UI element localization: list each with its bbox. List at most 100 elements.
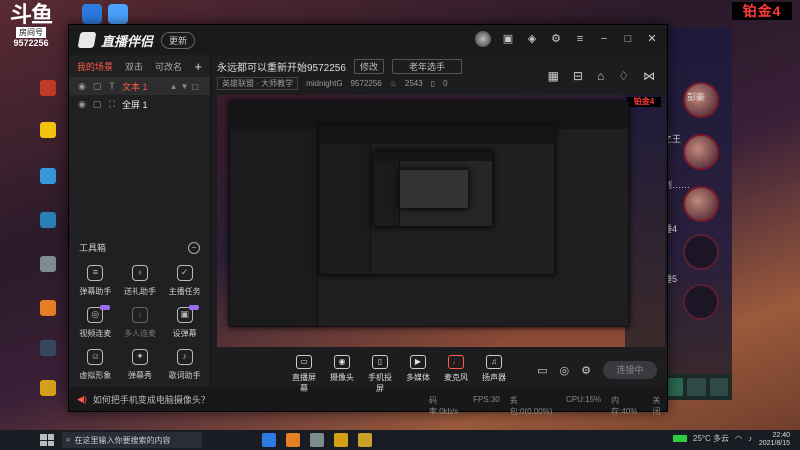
lyrics-icon: ♪ — [176, 349, 193, 365]
phone-cast-button[interactable]: ▯ 手机投屏 — [367, 355, 393, 394]
layer-label: 全屏 1 — [122, 99, 148, 110]
stream-preview[interactable]: 铂金4 — [217, 95, 665, 347]
add-scene-icon[interactable]: + — [194, 59, 202, 74]
desktop-app-icon[interactable] — [40, 168, 56, 184]
tray-app-icon[interactable] — [108, 4, 128, 24]
control-label: 麦克风 — [444, 373, 468, 382]
desktop-app-icon[interactable] — [40, 212, 56, 228]
desktop-app-icon[interactable] — [40, 80, 56, 96]
window-controls: ▣ ◈ ⚙ ≡ − □ ✕ — [475, 31, 659, 47]
lock-icon[interactable]: ▢ — [92, 81, 102, 92]
tool-danmaku-helper[interactable]: ≡ 弹幕助手 — [73, 265, 118, 297]
champion-portrait[interactable] — [683, 134, 719, 170]
skin-icon[interactable]: ◈ — [525, 32, 539, 46]
lock-room-icon[interactable]: ⊟ — [573, 69, 583, 83]
player-label: 彭豪 — [687, 92, 706, 102]
avatar-icon: ☺ — [87, 349, 104, 365]
tool-danmaku-show[interactable]: ✦ 弹幕秀 — [118, 349, 163, 381]
message-icon[interactable]: ▣ — [501, 32, 515, 46]
desktop-icons: 斗鱼 房间号 9572256 — [0, 0, 62, 430]
menu-icon[interactable]: ≡ — [573, 32, 587, 46]
game-category[interactable]: 英雄联盟 · 大师教学 — [217, 76, 299, 90]
eye-icon[interactable]: ◉ — [77, 81, 87, 92]
camera-button[interactable]: ◉ 摄像头 — [329, 355, 355, 394]
desktop-app-icon[interactable] — [40, 380, 56, 396]
data-panel-icon[interactable]: ▦ — [548, 69, 559, 83]
desktop-app-icon[interactable] — [40, 256, 56, 272]
clock-time: 22:40 — [772, 432, 790, 439]
record-icon[interactable]: ▭ — [537, 364, 547, 377]
taskbar-app-icon[interactable] — [334, 433, 348, 447]
settings-icon[interactable]: ⚙ — [549, 32, 563, 46]
toolbox-header: 工具箱 − — [69, 241, 210, 254]
game-action-button[interactable] — [687, 378, 706, 396]
text-layer-icon: T — [109, 81, 115, 91]
windows-start-icon[interactable] — [40, 434, 54, 446]
volume-tray-icon[interactable]: ♪ — [748, 434, 752, 443]
gift-icon: ♁ — [131, 265, 148, 281]
speaker-icon: ◀) — [77, 393, 87, 404]
tool-lyrics[interactable]: ♪ 歌词助手 — [162, 349, 207, 381]
live-controls: ▭ ◎ ⚙ 连接中 — [537, 361, 657, 379]
shop-icon[interactable]: ⌂ — [597, 69, 604, 83]
taskbar-app-icon[interactable] — [310, 433, 324, 447]
champion-slot[interactable] — [683, 234, 719, 270]
category-button[interactable]: 老年选手 — [391, 58, 462, 74]
desktop-app-icon[interactable] — [40, 300, 56, 316]
tool-gift-helper[interactable]: ♁ 送礼助手 — [118, 265, 163, 297]
tool-multi-link[interactable]: ↓ 多人连麦 — [118, 307, 163, 339]
network-icon[interactable]: ◠ — [735, 434, 742, 443]
share-icon[interactable]: ⋈ — [643, 69, 655, 83]
tab-rename[interactable]: 可改名 — [155, 60, 182, 73]
weather-status[interactable]: 25°C 多云 — [693, 433, 729, 444]
taskbar-search[interactable]: ⌕ 在这里输入你要搜索的内容 — [62, 432, 202, 448]
close-icon[interactable]: ✕ — [645, 32, 659, 46]
maximize-icon[interactable]: □ — [621, 32, 635, 46]
layer-item[interactable]: ◉ ▢ ⛶ 全屏 1 — [69, 95, 210, 113]
taskbar-app-icon[interactable] — [262, 433, 276, 447]
tab-my-scene[interactable]: 我的场景 — [77, 60, 113, 73]
layer-item[interactable]: ◉ ▢ T 文本 1 ▲▼▢ — [69, 77, 210, 95]
game-action-button[interactable] — [709, 378, 728, 396]
video-link-icon: ◎ — [87, 307, 104, 323]
close-status-button[interactable]: 关闭 — [652, 395, 667, 417]
task-icon: ✓ — [176, 265, 193, 281]
media-button[interactable]: ▶ 多媒体 — [405, 355, 431, 394]
desktop-app-icon[interactable] — [40, 340, 56, 356]
room-number: 9572256 — [13, 38, 49, 48]
notification-icon[interactable]: ♢ — [618, 69, 629, 83]
tool-video-link[interactable]: ◎ 视频连麦 — [73, 305, 118, 339]
minimize-icon[interactable]: − — [597, 32, 611, 46]
room-tag: 房间号 — [16, 27, 46, 38]
tool-streamer-tasks[interactable]: ✓ 主播任务 — [162, 265, 207, 297]
status-bar: 码率:0kb/s FPS:30 丢包:0(0.00%) CPU:15% 内存:4… — [429, 395, 667, 417]
screen-capture-button[interactable]: ▭ 直播屏幕 — [291, 355, 317, 394]
tool-avatar[interactable]: ☺ 虚拟形象 — [73, 349, 118, 381]
tab-double-click[interactable]: 双击 — [125, 60, 143, 73]
eye-icon[interactable]: ◉ — [77, 99, 87, 110]
battery-icon[interactable] — [672, 435, 687, 442]
tray-app-icon[interactable] — [82, 4, 102, 24]
phone-icon: ▯ — [372, 355, 388, 369]
desktop-app-icon[interactable] — [40, 122, 56, 138]
edit-title-button[interactable]: 修改 — [353, 58, 384, 74]
speaker-button[interactable]: ♫ 扬声器 — [481, 355, 507, 394]
toolbox-title: 工具箱 — [79, 243, 107, 253]
taskbar-clock[interactable]: 22:40 2021/8/15 — [759, 432, 790, 448]
start-live-button[interactable]: 连接中 — [603, 361, 657, 379]
microphone-button[interactable]: ♩ 麦克风 — [443, 355, 469, 394]
user-avatar[interactable] — [475, 31, 491, 47]
live-settings-icon[interactable]: ⚙ — [581, 364, 591, 377]
taskbar-app-icon[interactable] — [286, 433, 300, 447]
layer-tools-icon[interactable]: ▲▼▢ — [170, 82, 202, 91]
preview-eye-icon[interactable]: ◎ — [560, 364, 570, 377]
viewers-icon: ♨ — [389, 78, 397, 88]
update-button[interactable]: 更新 — [161, 31, 196, 49]
collapse-icon[interactable]: − — [188, 241, 200, 254]
taskbar-app-icon[interactable] — [358, 433, 372, 447]
lock-icon[interactable]: ▢ — [92, 99, 102, 110]
tool-danmaku-settings[interactable]: ▣ 设弹幕 — [162, 305, 207, 339]
champion-portrait[interactable] — [683, 186, 719, 222]
cpu-status: CPU:15% — [566, 395, 602, 404]
champion-slot[interactable] — [683, 284, 719, 320]
